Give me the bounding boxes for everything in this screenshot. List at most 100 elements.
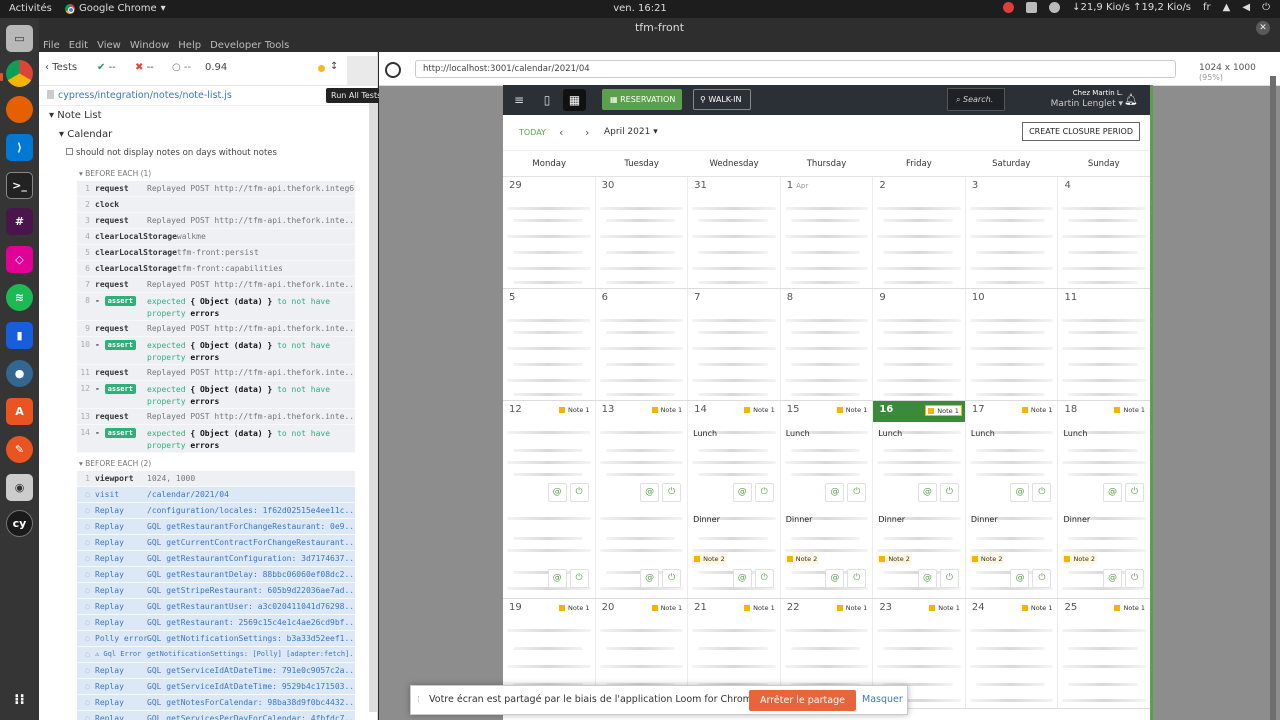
command-row[interactable]: ◌ Replay/configuration/locales: 1f62d0251… bbox=[77, 503, 355, 519]
calendar-icon[interactable]: ▦ bbox=[563, 89, 586, 111]
suite-title[interactable]: ▾ Note List bbox=[39, 106, 377, 125]
note-badge[interactable]: Note 1 bbox=[649, 603, 685, 614]
volume-icon[interactable]: ◀ bbox=[1242, 2, 1250, 13]
calendar-day[interactable]: 9 bbox=[873, 289, 966, 400]
menu-help[interactable]: Help bbox=[178, 40, 201, 51]
power-icon[interactable]: ⏻ bbox=[1262, 2, 1270, 13]
bell-icon[interactable]: 🔔︎ bbox=[1124, 93, 1138, 106]
create-closure-period-button[interactable]: CREATE CLOSURE PERIOD bbox=[1022, 122, 1140, 141]
online-booking-icon[interactable]: @ bbox=[732, 483, 752, 502]
power-toggle-icon[interactable]: ⏻ bbox=[754, 569, 774, 588]
language-indicator[interactable]: fr bbox=[1203, 2, 1211, 13]
calendar-day[interactable]: 2 bbox=[873, 177, 966, 288]
command-row[interactable]: 9 request Replayed POST http://tfm-api.the… bbox=[77, 321, 355, 337]
note-2-badge[interactable]: Note 2 bbox=[692, 554, 727, 564]
calendar-day[interactable]: 13 Note 1 @ ⏻ @ ⏻ bbox=[596, 401, 689, 598]
calendar-day[interactable]: 1 Apr bbox=[781, 177, 874, 288]
command-row[interactable]: 13 request Replayed POST http://tfm-api.th… bbox=[77, 409, 355, 425]
note-badge[interactable]: Note 1 bbox=[556, 603, 592, 614]
vscode-icon[interactable]: ⟩ bbox=[6, 134, 33, 161]
calendar-day[interactable]: 31 bbox=[688, 177, 781, 288]
online-booking-icon[interactable]: @ bbox=[825, 569, 845, 588]
command-row[interactable]: ◌ ⚠ Gql Error getNotificationSettings: [Po… bbox=[77, 647, 355, 663]
online-booking-icon[interactable]: @ bbox=[640, 569, 660, 588]
calendar-day[interactable]: 18 Note 1 Lunch Dinner Note 2 @ ⏻ @ ⏻ bbox=[1058, 401, 1150, 598]
power-toggle-icon[interactable]: ⏻ bbox=[939, 569, 959, 588]
online-booking-icon[interactable]: @ bbox=[640, 483, 660, 502]
note-2-badge[interactable]: Note 2 bbox=[969, 554, 1005, 564]
power-toggle-icon[interactable]: ⏻ bbox=[1125, 483, 1145, 502]
note-badge[interactable]: Note 1 bbox=[834, 603, 870, 614]
command-row[interactable]: 11 request Replayed POST http://tfm-api.th… bbox=[77, 365, 355, 381]
command-row[interactable]: 14 - assert expected { Object (data) } to … bbox=[77, 425, 355, 453]
postman-icon[interactable]: ✎ bbox=[6, 436, 33, 463]
test-title[interactable]: should not display notes on days without… bbox=[39, 144, 377, 163]
hook-before-each-2[interactable]: ▾ BEFORE EACH (2) bbox=[39, 459, 377, 471]
power-toggle-icon[interactable]: ⏻ bbox=[754, 483, 774, 502]
note-badge[interactable]: Note 1 bbox=[556, 405, 592, 416]
note-badge[interactable]: Note 1 bbox=[834, 405, 870, 416]
power-toggle-icon[interactable]: ⏻ bbox=[662, 569, 682, 588]
runner-scrollbar[interactable] bbox=[1270, 76, 1276, 720]
command-row[interactable]: 2 clock bbox=[77, 197, 355, 213]
online-booking-icon[interactable]: @ bbox=[732, 569, 752, 588]
slack-tray-icon[interactable] bbox=[1003, 2, 1015, 13]
command-row[interactable]: 8 - assert expected { Object (data) } to n… bbox=[77, 293, 355, 321]
online-booking-icon[interactable]: @ bbox=[1103, 569, 1123, 588]
command-row[interactable]: 6 clearLocalStorage tfm-front:capabilities bbox=[77, 261, 355, 277]
calendar-day[interactable]: 14 Note 1 Lunch Dinner Note 2 @ ⏻ @ ⏻ bbox=[688, 401, 781, 598]
command-row[interactable]: 5 clearLocalStorage tfm-front:persist bbox=[77, 245, 355, 261]
note-badge[interactable]: Note 1 bbox=[742, 405, 777, 416]
command-row[interactable]: ◌ Replay GQL getRestaurantUser: a3c0204110… bbox=[77, 599, 355, 615]
online-booking-icon[interactable]: @ bbox=[547, 569, 567, 588]
note-badge[interactable]: Note 1 bbox=[1019, 405, 1055, 416]
command-row[interactable]: ◌ visit/calendar/2021/04 bbox=[77, 487, 355, 503]
command-row[interactable]: 3 request Replayed POST http://tfm-api.the… bbox=[77, 213, 355, 229]
command-row[interactable]: 4 clearLocalStorage walkme bbox=[77, 229, 355, 245]
online-booking-icon[interactable]: @ bbox=[917, 569, 937, 588]
today-button[interactable]: TODAY bbox=[519, 128, 546, 137]
note-2-badge[interactable]: Note 2 bbox=[877, 554, 912, 564]
menu-view[interactable]: View bbox=[97, 40, 121, 51]
user-menu[interactable]: Chez Martin L. Martin Lenglet ▾ bbox=[1033, 89, 1123, 110]
hook-before-each-1[interactable]: ▾ BEFORE EACH (1) bbox=[39, 169, 377, 181]
calendar-day[interactable]: 16 Note 1 Lunch Dinner Note 2 @ ⏻ @ ⏻ bbox=[873, 401, 966, 598]
calendar-day[interactable]: 3 bbox=[966, 177, 1059, 288]
power-toggle-icon[interactable]: ⏻ bbox=[569, 483, 589, 502]
cypress-dock-icon[interactable]: cy bbox=[6, 510, 33, 537]
auto-scroll-icon[interactable]: ↕ bbox=[330, 61, 338, 72]
power-toggle-icon[interactable]: ⏻ bbox=[847, 483, 867, 502]
calendar-day[interactable]: 30 bbox=[596, 177, 689, 288]
command-row[interactable]: 7 request Replayed POST http://tfm-api.the… bbox=[77, 277, 355, 293]
bitwarden-icon[interactable]: ▮ bbox=[6, 322, 33, 349]
calendar-day[interactable]: 24 Note 1 bbox=[966, 599, 1059, 708]
note-2-badge[interactable]: Note 2 bbox=[1062, 554, 1098, 564]
book-icon[interactable]: ▯ bbox=[539, 92, 555, 108]
power-toggle-icon[interactable]: ⏻ bbox=[847, 569, 867, 588]
command-row[interactable]: ◌ Polly error GQL getNotificationSettings:… bbox=[77, 631, 355, 647]
note-badge[interactable]: Note 1 bbox=[925, 405, 962, 416]
command-row[interactable]: ◌ Replay GQL getStripeRestaurant: 605b9d22… bbox=[77, 583, 355, 599]
note-badge[interactable]: Note 1 bbox=[742, 603, 777, 614]
calendar-day[interactable]: 4 bbox=[1058, 177, 1150, 288]
command-row[interactable]: ◌ Replay GQL getRestaurantConfiguration: 3… bbox=[77, 551, 355, 567]
month-selector[interactable]: April 2021 ▾ bbox=[604, 127, 658, 137]
command-row[interactable]: ◌ Replay GQL getServicesPerDayForCalendar:… bbox=[77, 711, 355, 720]
files-icon[interactable]: ▭ bbox=[6, 25, 33, 52]
online-booking-icon[interactable]: @ bbox=[1010, 483, 1030, 502]
note-2-badge[interactable]: Note 2 bbox=[784, 554, 820, 564]
viewport-info[interactable]: 1024 x 1000 (95%) bbox=[1199, 63, 1280, 83]
terminal-icon[interactable]: >_ bbox=[6, 172, 33, 199]
command-row[interactable]: ◌ Replay GQL getNotesForCalendar: 98ba38d9… bbox=[77, 695, 355, 711]
software-icon[interactable]: A bbox=[6, 398, 33, 425]
menu-file[interactable]: File bbox=[43, 40, 60, 51]
chrome-dock-icon[interactable] bbox=[6, 60, 33, 87]
slack-icon[interactable]: # bbox=[6, 208, 33, 235]
reporter-scrollbar[interactable] bbox=[369, 92, 377, 712]
selector-playground-icon[interactable] bbox=[385, 62, 401, 78]
command-row[interactable]: 1 viewport 1024, 1000 bbox=[77, 471, 355, 487]
menu-window[interactable]: Window bbox=[130, 40, 169, 51]
power-toggle-icon[interactable]: ⏻ bbox=[1032, 483, 1052, 502]
calendar-day[interactable]: 6 bbox=[596, 289, 689, 400]
command-row[interactable]: ◌ Replay GQL getServiceIdAtDateTime: 9529b… bbox=[77, 679, 355, 695]
